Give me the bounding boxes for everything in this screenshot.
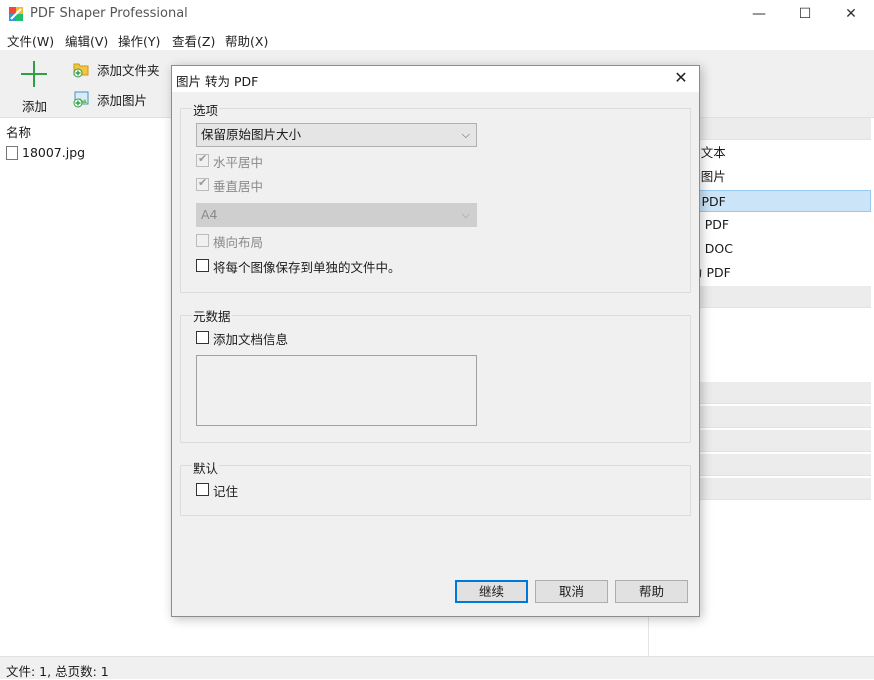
options-legend: 选项	[192, 100, 220, 119]
minimize-button[interactable]: —	[736, 0, 782, 28]
dialog-title: 图片 转为 PDF	[176, 74, 259, 89]
file-name: 18007.jpg	[22, 145, 86, 160]
continue-button[interactable]: 继续	[455, 580, 528, 603]
window-title: PDF Shaper Professional	[30, 6, 188, 21]
checkbox-box	[196, 483, 209, 496]
dialog-title-bar: 图片 转为 PDF ✕	[172, 66, 699, 92]
app-window: PDF Shaper Professional — ☐ ✕ 文件(W) 编辑(V…	[0, 0, 874, 679]
paper-size-select[interactable]: A4 ⌵	[196, 203, 477, 227]
doc-info-textarea[interactable]	[196, 355, 477, 426]
defaults-legend: 默认	[192, 458, 220, 477]
dialog-close-icon[interactable]: ✕	[671, 68, 691, 87]
menu-file[interactable]: 文件(W)	[7, 31, 54, 50]
cancel-button[interactable]: 取消	[535, 580, 608, 603]
chevron-down-icon: ⌵	[461, 208, 470, 221]
add-image-icon	[73, 91, 89, 108]
add-button[interactable]: 添加	[10, 56, 58, 114]
remember-label: 记住	[213, 484, 239, 499]
checkbox-box	[196, 234, 209, 247]
add-folder-label: 添加文件夹	[97, 63, 160, 78]
add-doc-info-label: 添加文档信息	[213, 332, 289, 347]
landscape-label: 横向布局	[213, 235, 264, 250]
checkbox-box: ✔	[196, 152, 209, 167]
image-size-value: 保留原始图片大小	[201, 127, 302, 142]
center-vertical-label: 垂直居中	[213, 179, 264, 194]
column-header-name[interactable]: 名称	[6, 122, 31, 141]
status-bar: 文件: 1, 总页数: 1	[0, 656, 874, 679]
checkbox-box	[196, 259, 209, 272]
image-file-icon	[6, 146, 18, 160]
close-window-button[interactable]: ✕	[828, 0, 874, 28]
menu-bar: 文件(W) 编辑(V) 操作(Y) 查看(Z) 帮助(X)	[0, 28, 874, 50]
defaults-group	[180, 465, 691, 516]
status-text: 文件: 1, 总页数: 1	[6, 664, 109, 679]
help-button[interactable]: 帮助	[615, 580, 688, 603]
menu-view[interactable]: 查看(Z)	[172, 31, 215, 50]
image-to-pdf-dialog: 图片 转为 PDF ✕ 选项 保留原始图片大小 ⌵ ✔ 水平居中 ✔ 垂直居中 …	[171, 65, 700, 617]
center-horizontal-label: 水平居中	[213, 155, 264, 170]
paper-size-value: A4	[201, 207, 218, 222]
menu-actions[interactable]: 操作(Y)	[118, 31, 160, 50]
menu-help[interactable]: 帮助(X)	[225, 31, 268, 50]
app-logo-icon	[9, 7, 23, 21]
title-bar: PDF Shaper Professional — ☐ ✕	[0, 0, 874, 28]
image-size-select[interactable]: 保留原始图片大小 ⌵	[196, 123, 477, 147]
chevron-down-icon: ⌵	[461, 128, 470, 141]
checkbox-box	[196, 331, 209, 344]
separate-files-label: 将每个图像保存到单独的文件中。	[213, 260, 401, 275]
add-folder-icon	[73, 63, 89, 78]
maximize-button[interactable]: ☐	[782, 0, 828, 28]
add-image-label: 添加图片	[97, 93, 148, 108]
checkbox-box: ✔	[196, 176, 209, 191]
plus-icon	[21, 61, 47, 87]
menu-edit[interactable]: 编辑(V)	[65, 31, 108, 50]
metadata-legend: 元数据	[192, 306, 232, 325]
add-label: 添加	[22, 99, 48, 114]
